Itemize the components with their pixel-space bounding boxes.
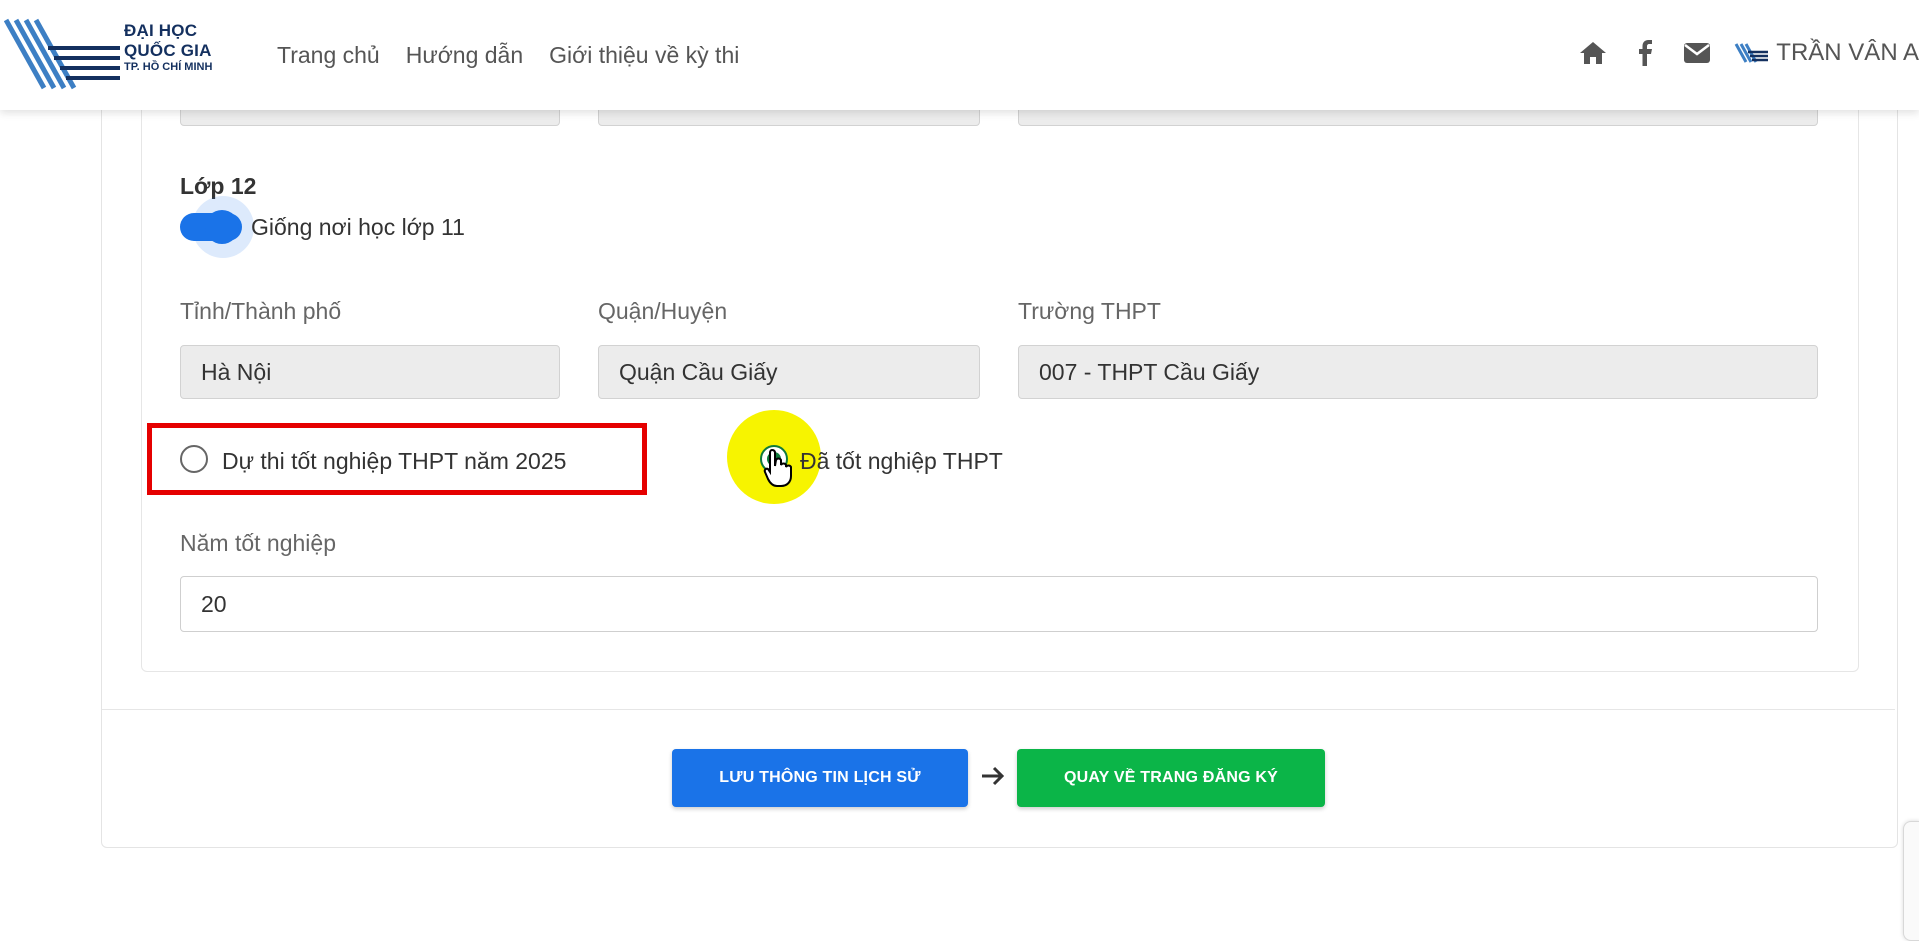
- main-nav: Trang chủ Hướng dẫn Giới thiệu về kỳ thi: [277, 42, 739, 69]
- header-actions: TRẦN VÂN A: [1578, 38, 1919, 68]
- province-field[interactable]: Hà Nội: [180, 345, 560, 399]
- save-history-button[interactable]: LƯU THÔNG TIN LỊCH SỬ: [672, 749, 968, 807]
- radio-exam-2025-label[interactable]: Dự thi tốt nghiệp THPT năm 2025: [222, 448, 566, 475]
- toggle-knob[interactable]: [205, 210, 239, 244]
- school-field[interactable]: 007 - THPT Cầu Giấy: [1018, 345, 1818, 399]
- radio-exam-2025[interactable]: [180, 445, 208, 473]
- nav-about-link[interactable]: Giới thiệu về kỳ thi: [549, 42, 739, 69]
- side-widget[interactable]: [1903, 821, 1919, 941]
- back-to-registration-button[interactable]: QUAY VỀ TRANG ĐĂNG KÝ: [1017, 749, 1325, 807]
- user-menu[interactable]: TRẦN VÂN A: [1734, 39, 1919, 67]
- home-icon[interactable]: [1578, 38, 1608, 68]
- graduation-year-input[interactable]: 20: [180, 576, 1818, 632]
- logo-text: ĐẠI HỌC QUỐC GIA TP. HỒ CHÍ MINH: [124, 21, 213, 73]
- nav-guide-link[interactable]: Hướng dẫn: [406, 42, 523, 69]
- district-label: Quận/Huyện: [598, 298, 728, 324]
- same-as-grade-11-label[interactable]: Giống nơi học lớp 11: [251, 214, 465, 241]
- graduation-year-label: Năm tốt nghiệp: [180, 530, 336, 556]
- radio-graduated-label[interactable]: Đã tốt nghiệp THPT: [800, 448, 1003, 475]
- user-logo-icon: [1734, 43, 1769, 63]
- vnu-hcm-logo[interactable]: ĐẠI HỌC QUỐC GIA TP. HỒ CHÍ MINH: [4, 18, 234, 92]
- district-field[interactable]: Quận Cầu Giấy: [598, 345, 980, 399]
- nav-home-link[interactable]: Trang chủ: [277, 42, 380, 69]
- school-label: Trường THPT: [1018, 298, 1161, 324]
- province-label: Tỉnh/Thành phố: [180, 298, 342, 324]
- hand-cursor-icon: [763, 448, 792, 487]
- user-name: TRẦN VÂN A: [1776, 39, 1919, 66]
- card-footer-divider: [102, 709, 1895, 710]
- mail-icon[interactable]: [1682, 38, 1712, 68]
- site-header: ĐẠI HỌC QUỐC GIA TP. HỒ CHÍ MINH Trang c…: [0, 0, 1919, 110]
- arrow-right-icon: [982, 766, 1005, 786]
- logo-mark-icon: [4, 18, 120, 90]
- facebook-icon[interactable]: [1630, 38, 1660, 68]
